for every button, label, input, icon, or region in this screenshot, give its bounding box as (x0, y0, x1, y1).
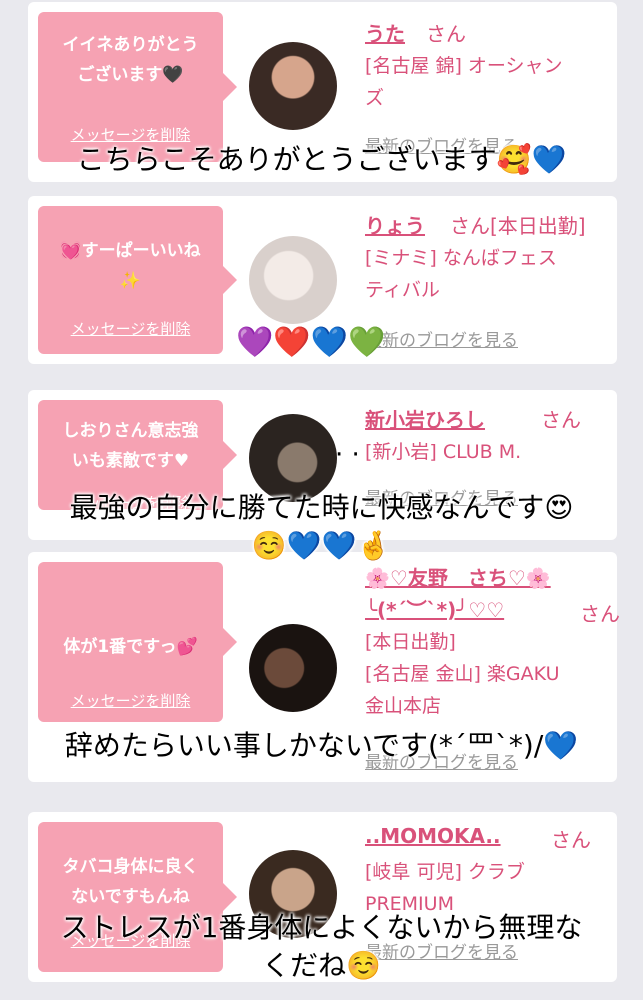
honorific: さん[本日出勤] (450, 214, 586, 238)
avatar[interactable] (249, 236, 337, 324)
overlay-caption: くだね☺️ (262, 949, 381, 982)
message-text: 体が1番ですっ💕 (63, 637, 198, 657)
overlay-caption: 辞めたらいい事しかないです(*´罒`*)/💙 (64, 729, 579, 762)
honorific: さん (580, 602, 620, 626)
overlay-caption: こちらこそありがとうございます🥰💙 (76, 143, 567, 176)
sender-name[interactable]: りょう (365, 210, 425, 239)
message-bubble: 体が1番ですっ💕 メッセージを削除 (38, 562, 237, 722)
message-text: イイネありがとう ございます🖤 (62, 35, 199, 85)
shop-info: [名古屋 錦] オーシャン ズ (365, 55, 563, 109)
sender-name[interactable]: 🌸♡友野 さち♡🌸 ╰(*´︶`*)╯♡♡ (365, 562, 551, 626)
sender-name[interactable]: うた (365, 18, 405, 47)
delete-message-link[interactable]: メッセージを削除 (38, 690, 223, 711)
avatar[interactable] (249, 42, 337, 130)
avatar[interactable] (249, 414, 337, 502)
overlay-caption: 最強の自分に勝てた時に快感なんです😍 (69, 491, 574, 524)
honorific: さん (541, 408, 581, 432)
shop-info: [ミナミ] なんばフェス ティバル (365, 247, 557, 301)
blog-link[interactable]: 最新のブログを見る (365, 326, 518, 351)
message-bubble: 💓すーぱーいいね ✨ メッセージを削除 (38, 206, 237, 354)
message-bubble: イイネありがとう ございます🖤 メッセージを削除 (38, 12, 237, 162)
emoji-hearts: 💜❤️💙💚 (236, 325, 386, 360)
shop-info: [新小岩] CLUB M. (365, 441, 522, 463)
dots-decoration: · · (335, 440, 360, 470)
delete-message-link[interactable]: メッセージを削除 (38, 318, 223, 339)
overlay-caption: ☺️💙💙🤞 (251, 529, 392, 562)
message-text: タバコ身体に良く ないですもんね (62, 857, 199, 907)
message-text: 💓すーぱーいいね ✨ (60, 241, 201, 291)
sender-name[interactable]: 新小岩ひろし (365, 404, 485, 433)
avatar[interactable] (249, 624, 337, 712)
honorific: さん (426, 22, 466, 46)
honorific: さん (551, 828, 591, 852)
overlay-caption: ストレスが1番身体によくないから無理な (60, 911, 583, 944)
sender-name[interactable]: ..MOMOKA.. (365, 824, 501, 848)
message-text: しおりさん意志強 いも素敵です♥ (62, 421, 199, 471)
shop-info: [本日出勤] [名古屋 金山] 楽GAKU 金山本店 (365, 631, 560, 717)
